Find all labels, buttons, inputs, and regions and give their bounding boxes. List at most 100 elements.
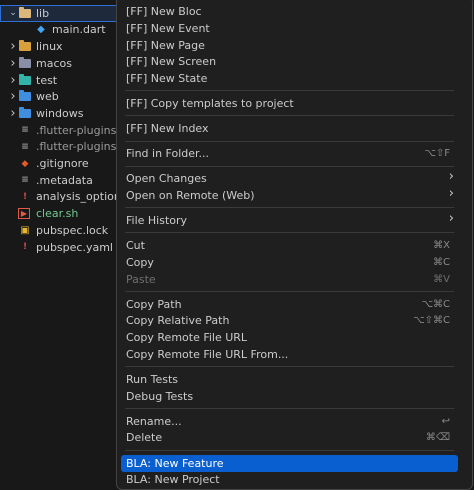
submenu-chevron-icon: › xyxy=(448,169,454,185)
submenu-chevron-icon: › xyxy=(448,211,454,226)
tree-item-label: main.dart xyxy=(52,23,106,37)
menu-item-ff-new-screen[interactable]: [FF] New Screen xyxy=(121,53,458,70)
menu-shortcut: ⌘⌫ xyxy=(425,432,450,444)
tree-item-label: macos xyxy=(36,56,72,70)
menu-item-label: BLA: New Feature xyxy=(126,456,224,470)
menu-item-cut[interactable]: Cut ⌘X xyxy=(121,237,458,254)
tree-item-flutter-plugins[interactable]: ≡ .flutter-plugins- xyxy=(0,139,120,156)
menu-separator xyxy=(125,115,454,117)
menu-item-ff-new-event[interactable]: [FF] New Event xyxy=(121,20,458,37)
tree-item-label: .gitignore xyxy=(36,157,89,171)
menu-item-label: BLA: New Project xyxy=(126,473,220,487)
menu-item-ff-new-index[interactable]: [FF] New Index xyxy=(121,120,458,137)
tree-item-analysis-option[interactable]: ! analysis_option xyxy=(0,189,120,206)
menu-item-ff-new-state[interactable]: [FF] New State xyxy=(121,70,458,87)
menu-item-copy-remote-file-url-from[interactable]: Copy Remote File URL From... xyxy=(121,346,458,363)
tree-item-main-dart[interactable]: ◆ main.dart xyxy=(0,22,120,39)
tree-item-gitignore[interactable]: ◆ .gitignore xyxy=(0,155,120,172)
menu-item-label: [FF] New Index xyxy=(126,122,209,136)
menu-separator xyxy=(125,207,454,209)
tree-item-test[interactable]: › test xyxy=(0,72,120,89)
tree-item-label: linux xyxy=(36,40,63,54)
menu-item-label: Delete xyxy=(126,431,163,445)
tree-item-label: .flutter-plugins- xyxy=(36,140,120,154)
menu-item-label: Open Changes xyxy=(126,172,207,186)
chevron-right-icon[interactable]: › xyxy=(8,89,18,104)
explorer-tree: ⌄ lib ◆ main.dart › linux › macos › test › web › wind… xyxy=(0,0,120,486)
menu-item-label: Find in Folder... xyxy=(126,147,210,161)
file-icon: ≡ xyxy=(21,175,29,186)
menu-item-find-in-folder[interactable]: Find in Folder... ⌥⇧F xyxy=(121,145,458,162)
menu-item-debug-tests[interactable]: Debug Tests xyxy=(121,388,458,405)
tree-item-label: test xyxy=(36,73,58,87)
menu-item-run-tests[interactable]: Run Tests xyxy=(121,371,458,388)
menu-item-delete[interactable]: Delete ⌘⌫ xyxy=(121,429,458,446)
menu-item-label: [FF] New Page xyxy=(126,38,205,52)
menu-item-bla-new-feature[interactable]: BLA: New Feature xyxy=(121,454,458,472)
tree-item-label: pubspec.lock xyxy=(36,223,109,237)
menu-separator xyxy=(125,290,454,292)
tree-item-metadata[interactable]: ≡ .metadata xyxy=(0,172,120,189)
menu-item-ff-new-bloc[interactable]: [FF] New Bloc xyxy=(121,3,458,20)
menu-item-copy-relative-path[interactable]: Copy Relative Path ⌥⇧⌘C xyxy=(121,312,458,329)
menu-separator xyxy=(125,366,454,368)
menu-item-label: [FF] New Bloc xyxy=(126,5,202,18)
menu-item-file-history[interactable]: File History › xyxy=(121,211,458,229)
tree-item-label: .flutter-plugins xyxy=(36,123,117,137)
tree-item-windows[interactable]: › windows xyxy=(0,105,120,122)
menu-item-ff-new-page[interactable]: [FF] New Page xyxy=(121,37,458,54)
menu-shortcut: ⌥⇧F xyxy=(424,148,450,160)
chevron-right-icon[interactable]: › xyxy=(8,73,18,88)
tree-item-clear-sh[interactable]: ▶ clear.sh xyxy=(0,205,120,222)
menu-item-label: Run Tests xyxy=(126,372,178,386)
menu-item-open-changes[interactable]: Open Changes › xyxy=(121,169,458,187)
menu-item-label: Debug Tests xyxy=(126,389,194,403)
menu-item-paste: Paste ⌘V xyxy=(121,271,458,288)
menu-shortcut: ⌘X xyxy=(433,240,450,252)
menu-separator xyxy=(125,449,454,451)
menu-item-copy[interactable]: Copy ⌘C xyxy=(121,254,458,271)
menu-item-label: Open on Remote (Web) xyxy=(126,188,255,202)
menu-item-label: [FF] New Event xyxy=(126,21,210,35)
folder-icon xyxy=(18,56,32,69)
chevron-right-icon[interactable]: › xyxy=(8,56,18,71)
menu-separator xyxy=(125,232,454,234)
tree-item-pubspec-yaml[interactable]: ! pubspec.yaml xyxy=(0,239,120,256)
submenu-chevron-icon: › xyxy=(448,185,454,201)
menu-item-label: Copy Path xyxy=(126,297,182,311)
tree-item-flutter-plugins[interactable]: ≡ .flutter-plugins xyxy=(0,122,120,139)
menu-item-label: Rename... xyxy=(126,414,182,428)
menu-item-copy-path[interactable]: Copy Path ⌥⌘C xyxy=(121,296,458,313)
chevron-right-icon[interactable]: › xyxy=(8,106,18,121)
menu-separator xyxy=(125,90,454,92)
menu-item-rename[interactable]: Rename... ↩ xyxy=(121,413,458,430)
menu-item-label: Copy Remote File URL xyxy=(126,331,248,345)
menu-item-label: [FF] Copy templates to project xyxy=(126,97,294,111)
file-icon: ≡ xyxy=(21,141,29,152)
menu-item-open-on-remote-web[interactable]: Open on Remote (Web) › xyxy=(121,185,458,204)
folder-icon xyxy=(18,106,32,119)
menu-item-copy-remote-file-url[interactable]: Copy Remote File URL xyxy=(121,329,458,346)
tree-item-label: lib xyxy=(36,6,50,20)
folder-open-icon xyxy=(18,6,32,19)
menu-item-ff-copy-templates-to-project[interactable]: [FF] Copy templates to project xyxy=(121,95,458,112)
dart-icon: ◆ xyxy=(37,24,45,36)
menu-item-label: [FF] New Screen xyxy=(126,55,217,69)
tree-item-macos[interactable]: › macos xyxy=(0,55,120,72)
folder-icon xyxy=(18,40,32,53)
chevron-right-icon[interactable]: › xyxy=(8,39,18,54)
tree-item-linux[interactable]: › linux xyxy=(0,38,120,55)
tree-item-pubspec-lock[interactable]: ▣ pubspec.lock xyxy=(0,222,120,239)
tree-item-web[interactable]: › web xyxy=(0,89,120,106)
context-menu: [FF] New Bloc [FF] New Event [FF] New Page… xyxy=(116,0,473,490)
terminal-icon: ▶ xyxy=(18,208,30,220)
tree-item-lib[interactable]: ⌄ lib xyxy=(0,5,120,22)
tree-item-label: .metadata xyxy=(36,173,93,187)
folder-icon xyxy=(18,73,32,86)
menu-item-label: File History xyxy=(126,214,188,227)
chevron-down-icon[interactable]: ⌄ xyxy=(8,8,18,18)
yaml-icon: ! xyxy=(22,242,28,253)
yaml-icon: ! xyxy=(22,191,28,202)
file-icon: ≡ xyxy=(21,125,29,136)
menu-item-label: Copy Remote File URL From... xyxy=(126,347,289,361)
